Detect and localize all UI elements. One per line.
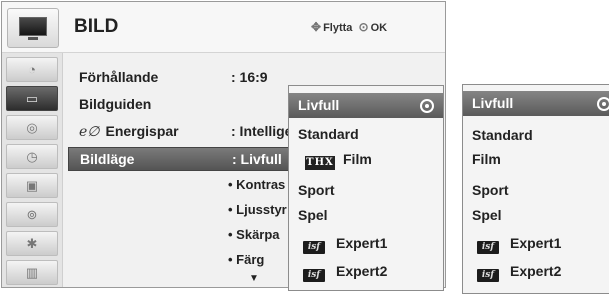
isf-logo-icon: isf xyxy=(477,241,499,254)
row-label: Energispar xyxy=(105,123,179,139)
submenu-item-sharpness[interactable]: • Skärpa xyxy=(228,227,280,242)
menu-header: BILD ✥ Flytta ⊙ OK xyxy=(2,2,445,53)
option-spel[interactable]: Spel xyxy=(289,203,443,228)
option-expert2[interactable]: isf Expert2 xyxy=(463,259,609,284)
isf-logo-icon: isf xyxy=(303,241,325,254)
picture-mode-dropdown-alt: Livfull Standard Film Sport Spel isf Expe… xyxy=(462,84,609,294)
isf-logo-icon: isf xyxy=(477,269,499,282)
row-label: Bildläge xyxy=(80,151,135,167)
row-label: Bildguiden xyxy=(79,96,152,112)
category-sidebar: ◔ ▭ ◎ ◷ ▣ ⊚ ✱ ▥ xyxy=(2,53,63,287)
tv-picture-icon[interactable]: ▭ xyxy=(6,86,58,111)
menu-title: BILD xyxy=(74,16,119,37)
satellite-dish-icon[interactable]: ◔ xyxy=(6,57,58,82)
speaker-icon[interactable]: ◎ xyxy=(6,115,58,140)
option-sport[interactable]: Sport xyxy=(289,178,443,203)
scroll-down-icon[interactable]: ▼ xyxy=(249,273,259,284)
submenu-item-color[interactable]: • Färg xyxy=(228,252,264,267)
bluetooth-icon[interactable]: ✱ xyxy=(6,231,58,256)
radio-selected-icon xyxy=(597,97,609,111)
option-spel[interactable]: Spel xyxy=(463,203,609,228)
picture-mode-dropdown: Livfull Standard THX Film Sport Spel isf E… xyxy=(288,85,444,291)
option-film[interactable]: Film xyxy=(463,147,609,172)
row-value: : Livfull xyxy=(232,151,282,167)
option-expert2[interactable]: isf Expert2 xyxy=(289,259,443,284)
option-livfull[interactable]: Livfull xyxy=(463,91,609,116)
ok-button-icon: ⊙ xyxy=(358,20,369,34)
tv-picture-icon xyxy=(7,8,59,48)
navigation-hint: ✥ Flytta ⊙ OK xyxy=(311,20,387,34)
thx-logo-icon: THX xyxy=(305,156,335,170)
option-livfull[interactable]: Livfull xyxy=(289,93,443,118)
menu-row-picture-mode[interactable]: Bildläge : Livfull xyxy=(68,147,292,171)
radio-selected-icon xyxy=(420,99,434,113)
clock-icon[interactable]: ◷ xyxy=(6,144,58,169)
option-standard[interactable]: Standard xyxy=(289,122,443,147)
hint-ok-label: OK xyxy=(370,22,388,34)
usb-media-icon[interactable]: ▥ xyxy=(6,260,58,285)
row-label: Förhållande xyxy=(79,69,159,85)
option-expert1[interactable]: isf Expert1 xyxy=(463,231,609,256)
option-sport[interactable]: Sport xyxy=(463,178,609,203)
hint-move-label: Flytta xyxy=(323,22,353,34)
submenu-item-brightness[interactable]: • Ljusstyr xyxy=(228,202,287,217)
option-expert1[interactable]: isf Expert1 xyxy=(289,231,443,256)
input-icon[interactable]: ⊚ xyxy=(6,202,58,227)
lock-icon[interactable]: ▣ xyxy=(6,173,58,198)
row-value: : Intellige xyxy=(231,123,293,139)
dpad-icon: ✥ xyxy=(311,20,322,34)
energy-saving-icon: e∅ xyxy=(79,124,100,140)
isf-logo-icon: isf xyxy=(303,269,325,282)
submenu-item-contrast[interactable]: • Kontras xyxy=(228,177,285,192)
option-standard[interactable]: Standard xyxy=(463,123,609,148)
row-value: : 16:9 xyxy=(231,69,268,85)
option-film[interactable]: THX Film xyxy=(289,147,443,172)
